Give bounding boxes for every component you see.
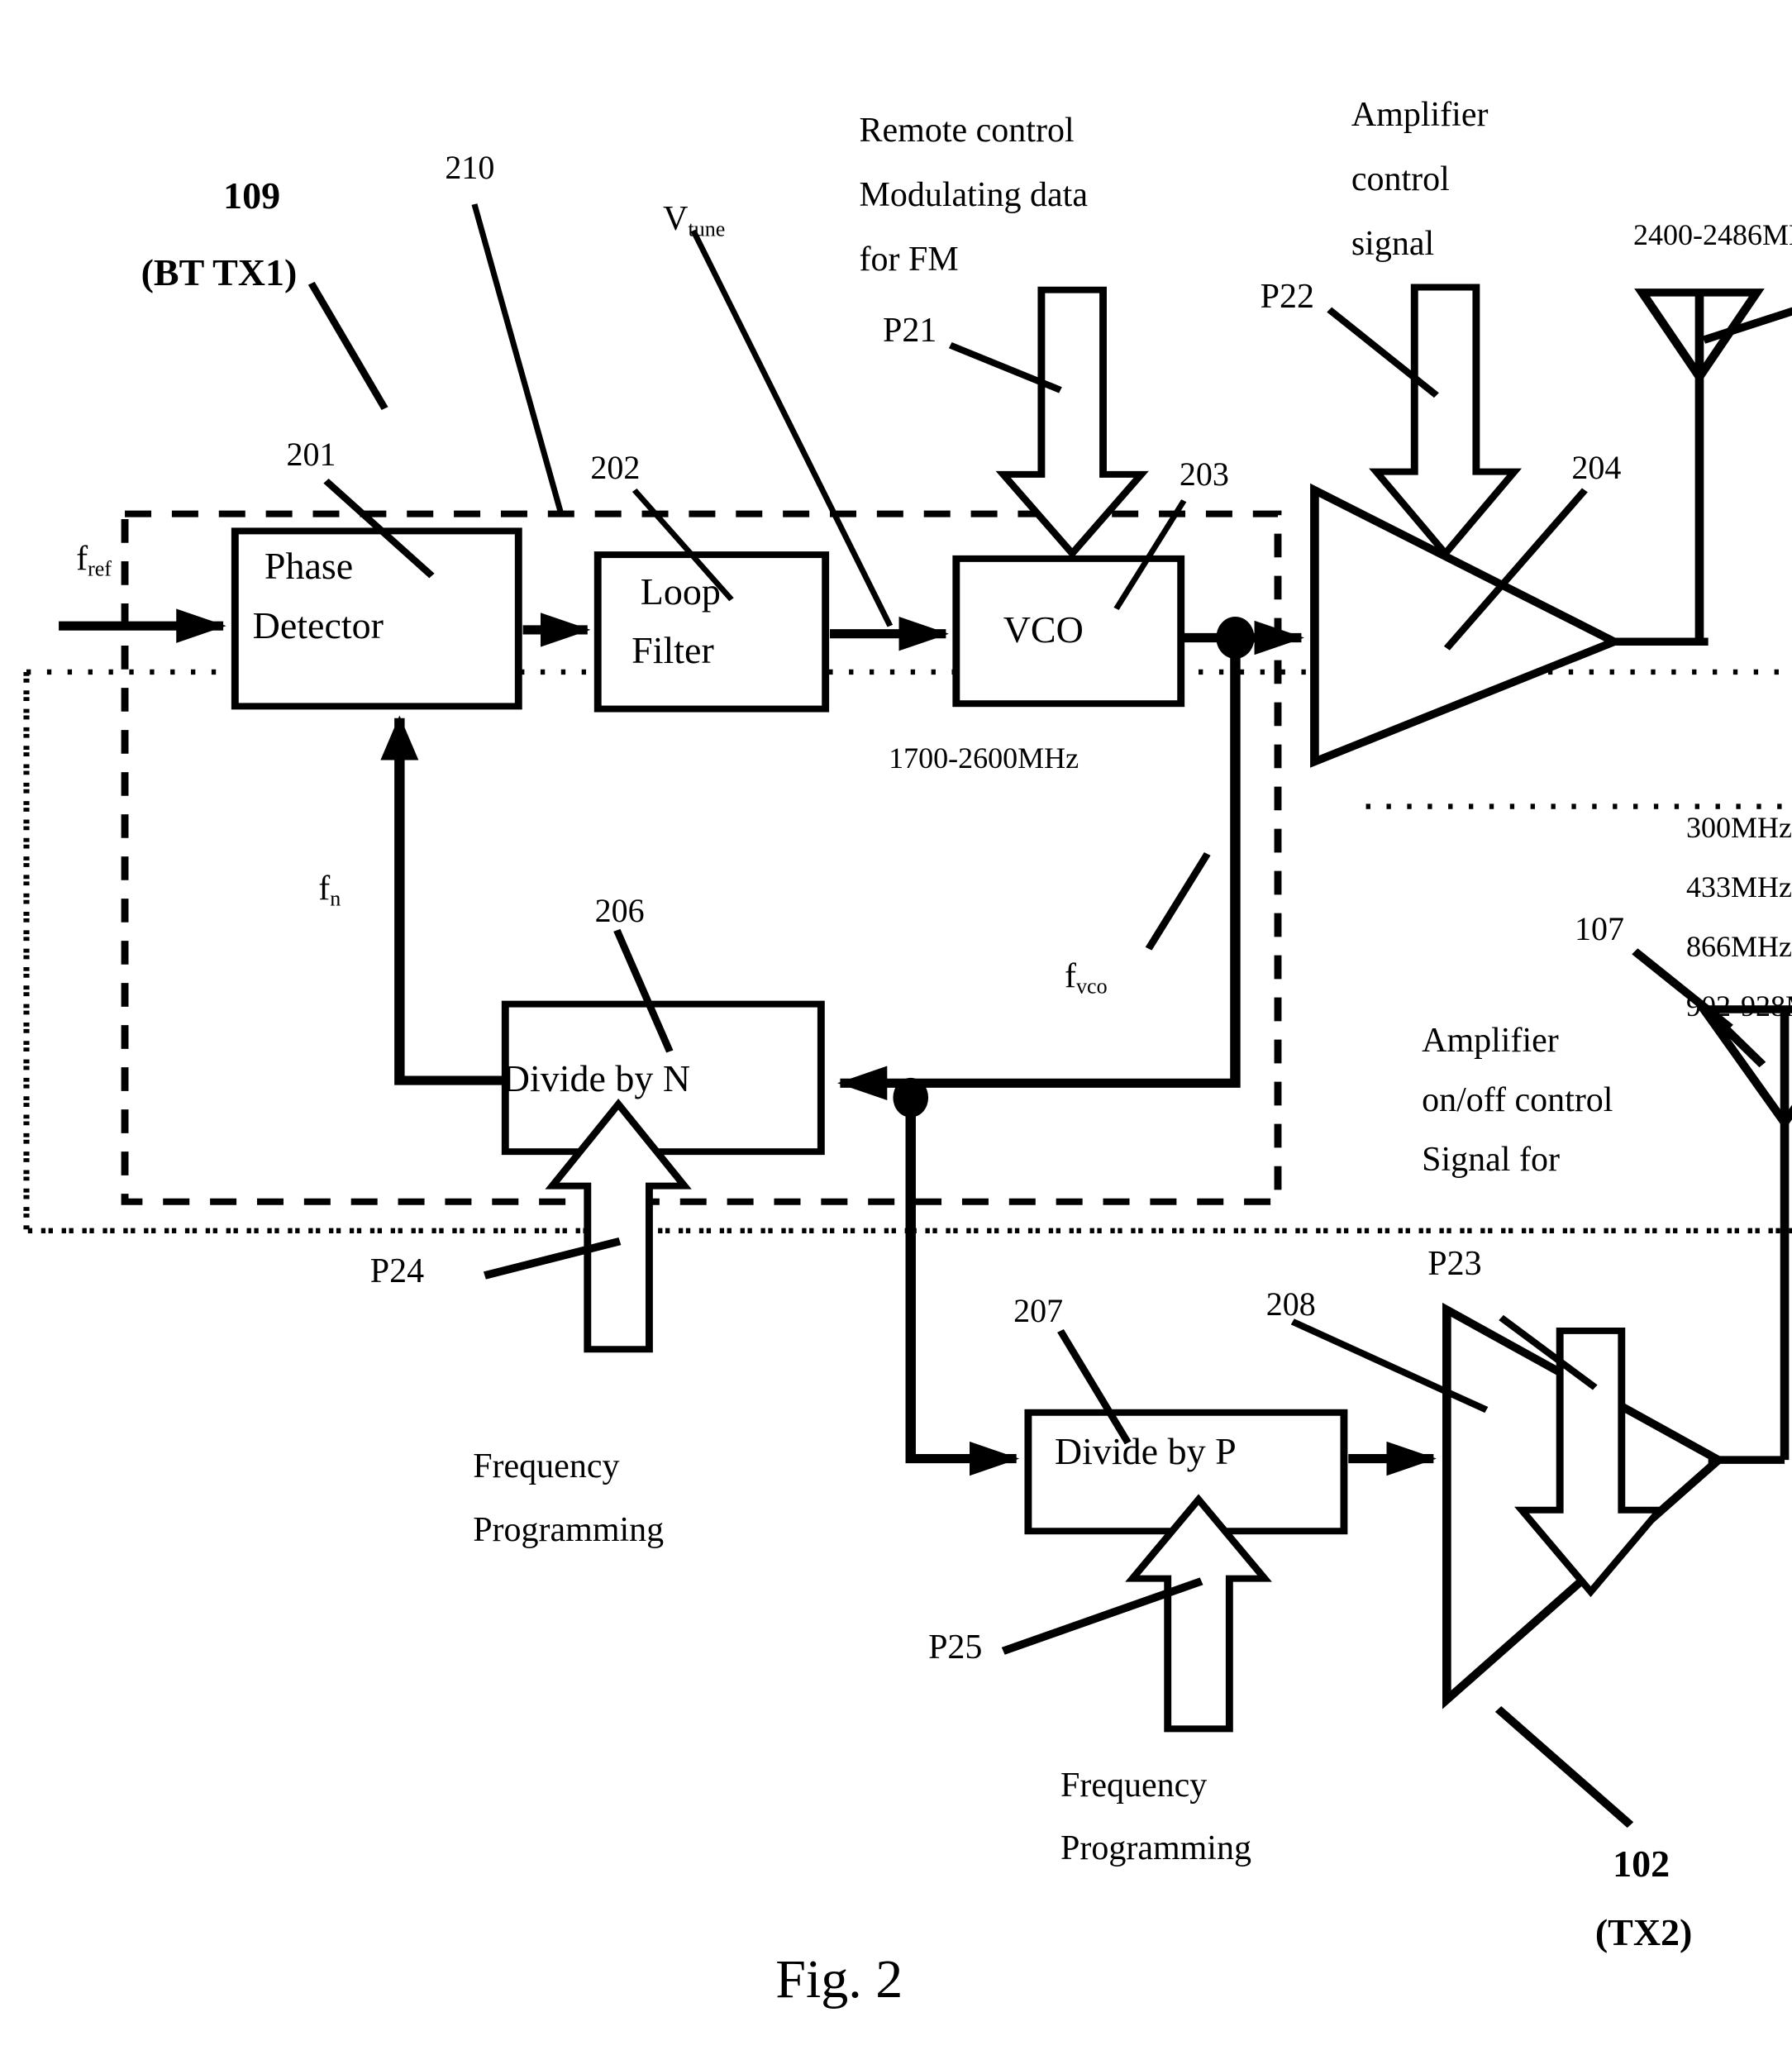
antenna-107-band-1: 300MHz [1685,811,1792,845]
block-207-label: Divide by P [1054,1430,1237,1473]
annotation-freq-prog-p-l1: Frequency [1060,1766,1208,1805]
signal-fref: fref [59,498,112,583]
signal-fref-base: f [76,540,88,579]
annotation-vco-range: 1700-2600MHz [889,741,1079,775]
block-202-label-l2: Filter [631,629,714,672]
antenna-107-band-3: 866MHz [1685,929,1792,963]
port-p25: P25 [928,1628,983,1666]
ref-210: 210 [445,148,495,186]
annotation-remote-control-l1: Remote control [859,111,1075,150]
annotation-freq-prog-p-l2: Programming [1060,1829,1251,1868]
ref-207: 207 [1013,1292,1064,1330]
ref-109-name: (BT TX1) [141,250,298,293]
ref-102-name: (TX2) [1594,1911,1693,1954]
annotation-freq-prog-n-l2: Programming [473,1510,665,1549]
annotation-remote-control-l3: for FM [859,241,959,279]
antenna-107-symbol [1695,1005,1792,1130]
block-201-label-l2: Detector [252,604,384,647]
signal-fref-sub: ref [88,556,112,581]
ref-202: 202 [590,448,641,486]
wire-fn-to-pd [380,715,506,1085]
antenna-107-band-4: 902-928MHz [1685,989,1792,1023]
wire-tap-to-divp [905,1097,1020,1476]
signal-vtune-base: V [663,199,689,238]
annotation-amp-control-l2: control [1351,160,1450,198]
block-202-label-l1: Loop [640,570,721,613]
signal-fvco: fvco [1047,916,1108,1000]
signal-fn-sub: n [330,885,341,910]
antenna-108-band: 2400-2486MHz [1633,218,1792,251]
signal-fn-base: f [318,869,331,908]
leader-102 [1494,1705,1634,1829]
signal-fn: fn [301,827,341,912]
leader-109 [307,281,388,410]
annotation-amp-control-l1: Amplifier [1351,95,1489,134]
signal-vtune: Vtune [646,158,725,242]
ref-203: 203 [1179,455,1229,493]
antenna-107-band-2: 433MHz [1685,870,1792,904]
block-201-label-l1: Phase [264,545,354,588]
ref-204: 204 [1571,448,1622,486]
leader-fvco [1145,851,1211,951]
annotation-amp-onoff-l3: Signal for [1422,1140,1560,1179]
ref-208: 208 [1265,1285,1316,1323]
signal-vtune-sub: tune [688,217,726,241]
leader-210 [471,203,565,515]
ref-109: 109 [223,174,281,217]
annotation-remote-control-l2: Modulating data [859,176,1088,214]
figure-caption: Fig. 2 [775,1948,903,2010]
control-arrow-p22 [1369,284,1523,560]
annotation-amp-control-l3: signal [1351,224,1435,263]
ref-102: 102 [1613,1843,1670,1886]
block-206-label: Divide by N [502,1057,691,1100]
port-p21: P21 [882,312,937,350]
ref-206: 206 [594,891,645,929]
annotation-amp-onoff-l1: Amplifier [1422,1022,1559,1061]
port-p23: P23 [1427,1244,1482,1283]
ref-107: 107 [1574,909,1624,947]
port-p22: P22 [1260,277,1315,316]
annotation-freq-prog-n-l1: Frequency [473,1447,620,1486]
ref-201: 201 [286,436,336,474]
annotation-amp-onoff-l2: on/off control [1422,1081,1613,1120]
block-203-label: VCO [1003,608,1084,651]
signal-fvco-base: f [1065,957,1076,996]
signal-fvco-sub: vco [1076,974,1108,999]
port-p24: P24 [369,1252,425,1291]
